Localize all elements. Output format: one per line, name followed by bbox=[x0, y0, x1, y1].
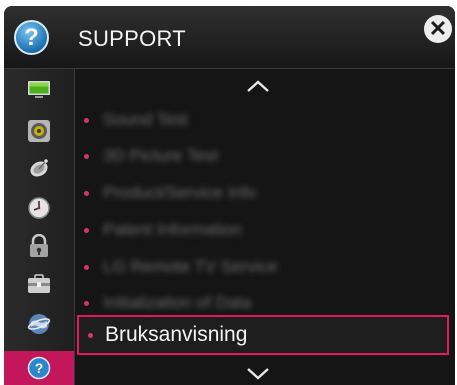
scroll-down-button[interactable] bbox=[245, 365, 271, 383]
bullet-icon bbox=[88, 333, 93, 338]
support-menu-list: Sound Test 3D Picture Test Product/Servi… bbox=[75, 69, 455, 385]
sidebar-item-time[interactable] bbox=[4, 191, 74, 225]
menu-item-patent-information[interactable]: Patent Information bbox=[75, 211, 451, 249]
close-icon: ✕ bbox=[428, 16, 448, 41]
menu-item-3d-picture-test[interactable]: 3D Picture Test bbox=[75, 137, 451, 175]
menu-item-label: Product/Service Info bbox=[103, 183, 257, 202]
bullet-icon bbox=[84, 191, 89, 196]
menu-item-product-service-info[interactable]: Product/Service Info bbox=[75, 174, 451, 212]
page-title: SUPPORT bbox=[78, 26, 187, 51]
sidebar-item-lock[interactable] bbox=[4, 229, 74, 263]
menu-item-label: LG Remote TV Service bbox=[103, 257, 278, 276]
help-icon: ? bbox=[14, 20, 49, 55]
menu-item-bruksanvisning[interactable]: Bruksanvisning bbox=[77, 315, 449, 355]
bullet-icon bbox=[84, 228, 89, 233]
chevron-down-icon bbox=[247, 368, 269, 380]
support-panel: ? SUPPORT ✕ ? Sound Test 3D Picture Test… bbox=[4, 6, 455, 385]
close-button[interactable]: ✕ bbox=[424, 15, 452, 43]
sidebar-item-support[interactable]: ? bbox=[4, 351, 74, 385]
bullet-icon bbox=[84, 118, 89, 123]
menu-item-remote-service[interactable]: LG Remote TV Service bbox=[75, 248, 451, 286]
sidebar-item-channel[interactable] bbox=[4, 151, 74, 185]
lock-icon bbox=[30, 234, 48, 257]
chevron-up-icon bbox=[247, 80, 269, 92]
menu-item-label: 3D Picture Test bbox=[103, 146, 218, 165]
support-icon: ? bbox=[27, 356, 51, 380]
sidebar-item-network[interactable] bbox=[4, 307, 74, 341]
svg-text:?: ? bbox=[35, 360, 44, 376]
menu-item-label: Sound Test bbox=[103, 110, 188, 129]
option-icon bbox=[28, 274, 50, 293]
sidebar-item-option[interactable] bbox=[4, 267, 74, 301]
menu-item-label: Bruksanvisning bbox=[105, 323, 248, 346]
channel-dish-icon bbox=[30, 159, 48, 177]
menu-item-label: Initialization of Data bbox=[103, 293, 252, 312]
sidebar: ? bbox=[4, 69, 75, 385]
bullet-icon bbox=[84, 154, 89, 159]
bullet-icon bbox=[84, 301, 89, 306]
sound-icon bbox=[28, 120, 50, 142]
network-icon bbox=[27, 314, 51, 334]
sidebar-item-picture[interactable] bbox=[4, 73, 74, 107]
menu-item-sound-test[interactable]: Sound Test bbox=[75, 101, 451, 139]
scroll-up-button[interactable] bbox=[245, 77, 271, 95]
time-icon bbox=[28, 197, 50, 219]
menu-item-label: Patent Information bbox=[103, 220, 242, 239]
bullet-icon bbox=[84, 265, 89, 270]
sidebar-item-sound[interactable] bbox=[4, 114, 74, 148]
header-bar: ? SUPPORT ✕ bbox=[4, 6, 455, 69]
picture-icon bbox=[28, 81, 50, 98]
